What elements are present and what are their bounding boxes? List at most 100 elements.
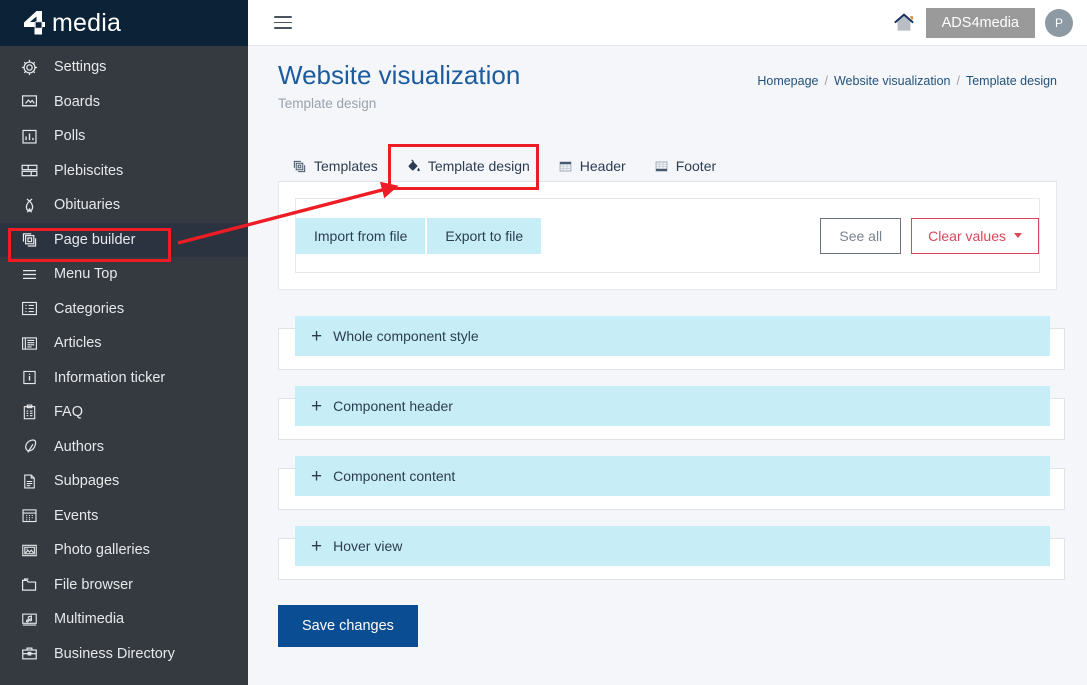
save-changes-button[interactable]: Save changes <box>278 605 418 648</box>
app-root: media Settings Boards Polls Plebiscites … <box>0 0 1087 685</box>
feather-icon <box>18 436 40 458</box>
paint-can-icon <box>406 159 421 174</box>
accordion-header[interactable]: + Whole component style <box>295 316 1050 357</box>
sidebar-item-events[interactable]: Events <box>0 499 248 534</box>
calendar-icon <box>18 505 40 527</box>
sidebar-item-label: Photo galleries <box>54 542 150 559</box>
accordion-header[interactable]: + Hover view <box>295 526 1050 567</box>
sidebar-item-label: Page builder <box>54 231 136 248</box>
home-icon[interactable] <box>892 11 916 35</box>
accordion-title: Hover view <box>333 538 403 555</box>
accordion-title: Component content <box>333 468 456 485</box>
brand-logo-text: media <box>52 8 122 37</box>
sidebar-item-photo-galleries[interactable]: Photo galleries <box>0 533 248 568</box>
sidebar-item-faq[interactable]: FAQ <box>0 395 248 430</box>
accordion-component-header: + Component header <box>278 386 1065 441</box>
layers-icon <box>292 159 307 174</box>
sidebar-item-authors[interactable]: Authors <box>0 430 248 465</box>
plus-icon: + <box>311 325 323 347</box>
page-title-block: Website visualization Template design <box>278 60 520 111</box>
newspaper-icon <box>18 332 40 354</box>
sidebar-item-plebiscites[interactable]: Plebiscites <box>0 154 248 189</box>
topbar-actions: ADS4media P <box>892 7 1073 38</box>
accordion-component-content: + Component content <box>278 456 1065 511</box>
sidebar-item-obituaries[interactable]: Obituaries <box>0 188 248 223</box>
layers-icon <box>18 229 40 251</box>
info-icon <box>18 367 40 389</box>
sidebar-item-multimedia[interactable]: Multimedia <box>0 602 248 637</box>
export-to-file-button[interactable]: Export to file <box>427 217 542 254</box>
toolbar-panel-inner: Import from file Export to file See all … <box>295 198 1040 274</box>
sidebar-item-label: FAQ <box>54 404 84 421</box>
sidebar-item-business-directory[interactable]: Business Directory <box>0 637 248 672</box>
toolbar-right-group: See all Clear values <box>820 217 1039 254</box>
sidebar-toggle-hamburger-icon[interactable] <box>274 12 296 34</box>
breadcrumb-separator: / <box>824 74 828 88</box>
account-chip[interactable]: ADS4media <box>925 7 1035 38</box>
header-icon <box>558 159 573 174</box>
accordion-title: Component header <box>333 398 453 415</box>
brand-logo[interactable]: media <box>0 0 248 46</box>
sidebar-item-label: Plebiscites <box>54 162 124 179</box>
sidebar-item-boards[interactable]: Boards <box>0 85 248 120</box>
four-logo-icon <box>18 9 48 37</box>
page-header: Website visualization Template design Ho… <box>248 46 1087 111</box>
sidebar-item-menu-top[interactable]: Menu Top <box>0 257 248 292</box>
sidebar-item-categories[interactable]: Categories <box>0 292 248 327</box>
folder-icon <box>18 574 40 596</box>
import-from-file-button[interactable]: Import from file <box>296 217 426 254</box>
tab-header[interactable]: Header <box>544 154 640 181</box>
sidebar-item-label: Categories <box>54 300 125 317</box>
image-icon <box>18 539 40 561</box>
sidebar-item-label: File browser <box>54 576 133 593</box>
sidebar-item-label: Articles <box>54 335 102 352</box>
sidebar-item-articles[interactable]: Articles <box>0 326 248 361</box>
tab-bar: Templates Template design Header Footer <box>278 151 1057 183</box>
sidebar-item-settings[interactable]: Settings <box>0 50 248 85</box>
sidebar-item-label: Business Directory <box>54 645 175 662</box>
sidebar-item-label: Boards <box>54 93 100 110</box>
page-title: Website visualization <box>278 60 521 90</box>
sidebar-item-polls[interactable]: Polls <box>0 119 248 154</box>
sidebar-item-label: Obituaries <box>54 197 121 214</box>
breadcrumb-item-homepage[interactable]: Homepage <box>757 74 818 88</box>
sidebar-item-information-ticker[interactable]: Information ticker <box>0 361 248 396</box>
sidebar-nav-list: Settings Boards Polls Plebiscites Obitua… <box>0 46 248 671</box>
save-row: Save changes <box>278 605 1057 648</box>
list-icon <box>18 298 40 320</box>
accordion-header[interactable]: + Component content <box>295 456 1050 497</box>
hamburger-icon <box>18 263 40 285</box>
breadcrumb-item-website-visualization[interactable]: Website visualization <box>834 74 951 88</box>
sidebar-item-subpages[interactable]: Subpages <box>0 464 248 499</box>
tab-templates[interactable]: Templates <box>278 154 392 181</box>
tab-label: Template design <box>427 158 530 175</box>
avatar[interactable]: P <box>1045 8 1073 37</box>
footer-icon <box>654 159 669 174</box>
accordion-list: + Whole component style + Component head… <box>278 316 1065 581</box>
tab-label: Templates <box>314 158 378 175</box>
clear-values-label: Clear values <box>928 227 1006 244</box>
accordion-title: Whole component style <box>333 328 479 345</box>
sidebar-item-file-browser[interactable]: File browser <box>0 568 248 603</box>
sidebar-item-label: Authors <box>54 438 104 455</box>
sidebar-item-label: Events <box>54 507 99 524</box>
tab-footer[interactable]: Footer <box>640 154 730 181</box>
sidebar-item-label: Menu Top <box>54 266 118 283</box>
see-all-button[interactable]: See all <box>820 217 902 254</box>
breadcrumb-separator: / <box>956 74 960 88</box>
plus-icon: + <box>311 395 323 417</box>
sidebar-item-label: Settings <box>54 59 107 76</box>
accordion-whole-component-style: + Whole component style <box>278 316 1065 371</box>
topbar: ADS4media P <box>248 0 1087 46</box>
clear-values-dropdown-button[interactable]: Clear values <box>911 217 1039 254</box>
main-content: Website visualization Template design Ho… <box>248 46 1087 685</box>
sidebar-item-page-builder[interactable]: Page builder <box>0 222 248 257</box>
accordion-header[interactable]: + Component header <box>295 386 1050 427</box>
document-icon <box>18 470 40 492</box>
tab-template-design[interactable]: Template design <box>392 154 544 181</box>
bar-chart-icon <box>18 125 40 147</box>
breadcrumb: Homepage / Website visualization / Templ… <box>757 60 1057 88</box>
clipboard-icon <box>18 401 40 423</box>
accordion-hover-view: + Hover view <box>278 526 1065 581</box>
music-frame-icon <box>18 608 40 630</box>
